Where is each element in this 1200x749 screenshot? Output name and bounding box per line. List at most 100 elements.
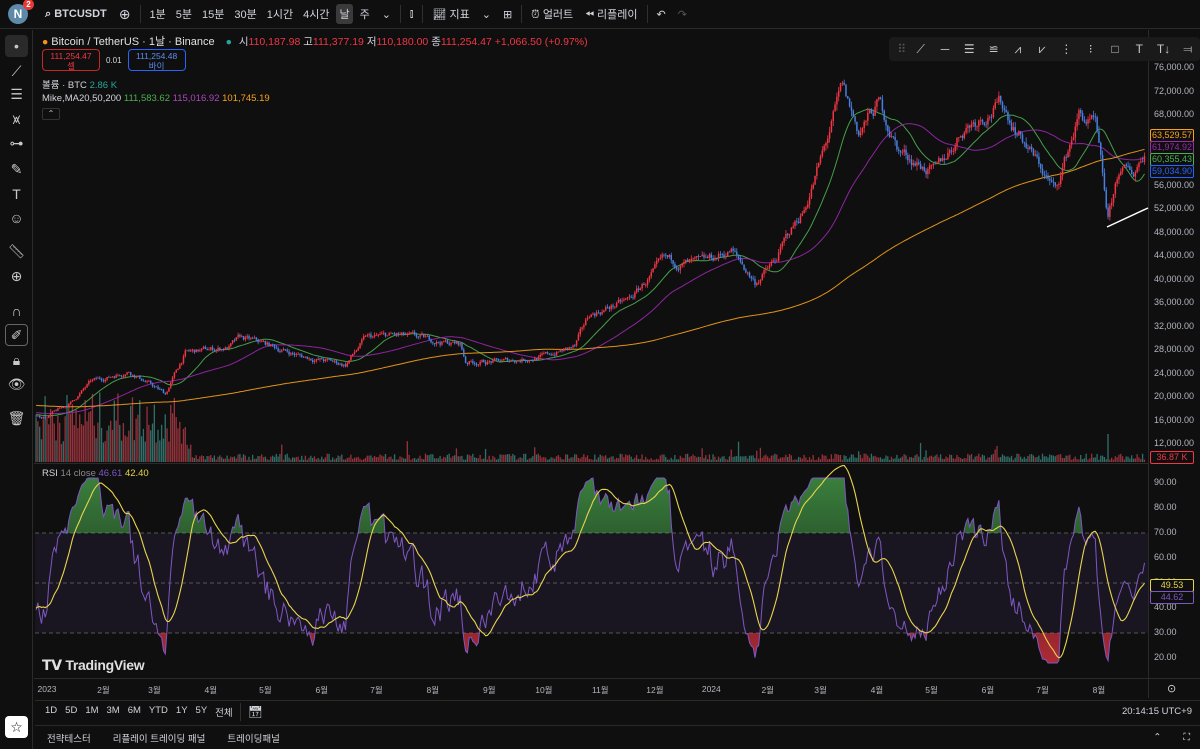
volume-bar (168, 441, 170, 462)
candle (621, 300, 623, 302)
range-5d[interactable]: 5D (65, 705, 77, 719)
candle (685, 259, 687, 262)
collapse-panel-icon[interactable]: ⌃ (1153, 732, 1161, 743)
trendline-icon[interactable]: ⟋ (5, 60, 28, 82)
layouts-icon[interactable]: ⊞ (500, 6, 515, 23)
price-range-icon[interactable]: ⁝ (1079, 42, 1103, 56)
goto-date-icon[interactable]: 📅︎ (248, 705, 263, 719)
chevron-down-icon[interactable]: ⌄ (379, 6, 394, 23)
interval-7[interactable]: 주 (357, 4, 373, 24)
candle-type-icon[interactable]: ⫾ (407, 6, 417, 23)
range-ytd[interactable]: YTD (149, 705, 168, 719)
tab-trading-panel[interactable]: 트레이딩패널 (227, 731, 279, 745)
volume-bar (690, 456, 692, 462)
candle (140, 378, 143, 381)
emoji-icon[interactable]: ☺ (5, 207, 28, 229)
volume-bar (508, 453, 510, 462)
range-1m[interactable]: 1M (85, 705, 98, 719)
price-chart[interactable] (0, 0, 1200, 749)
symbol-title[interactable]: Bitcoin / TetherUS · 1날 · Binance (51, 36, 214, 48)
interval-6[interactable]: 날 (336, 4, 353, 24)
sell-button[interactable]: 111,254.47 셀 (42, 49, 100, 71)
symbol-search[interactable]: ⌕ BTCUSDT (42, 6, 110, 23)
volume-bar (705, 455, 707, 462)
pattern-icon[interactable]: ⩙ (5, 108, 28, 130)
lock-drawing-icon[interactable]: ✐ (5, 324, 28, 346)
brush-icon[interactable]: ✎ (5, 158, 28, 180)
interval-3[interactable]: 30분 (231, 4, 259, 24)
rectangle-icon[interactable]: □ (1103, 42, 1127, 56)
undo-icon[interactable]: ↶ (654, 6, 669, 23)
range-6m[interactable]: 6M (128, 705, 141, 719)
candle (947, 152, 949, 160)
axis-settings-icon[interactable]: ⊙ (1167, 682, 1176, 695)
cursor-icon[interactable]: • (5, 35, 28, 57)
text-icon[interactable]: T (5, 183, 28, 205)
fib-retracement-icon[interactable]: ☰ (5, 83, 28, 105)
collapse-legend-button[interactable]: ⌃ (42, 108, 60, 120)
lock-icon[interactable]: 🔒︎ (5, 349, 28, 371)
candle (299, 354, 301, 355)
range-5y[interactable]: 5Y (196, 705, 208, 719)
tradingview-logo[interactable]: 𝗧𝗩 TradingView (42, 657, 145, 674)
candle (688, 259, 691, 262)
trendline-icon[interactable]: ⟋ (909, 42, 933, 57)
abcd-pattern-icon[interactable]: ⩗ (1030, 42, 1054, 57)
tab-strategy-tester[interactable]: 전략테스터 (47, 731, 91, 745)
eye-icon[interactable]: 👁︎ (5, 373, 28, 395)
alert-button[interactable]: ⏰︎ 얼러트 (528, 4, 576, 24)
candle (681, 263, 683, 266)
candle (990, 116, 993, 118)
volume-bar (1143, 459, 1146, 462)
interval-4[interactable]: 1시간 (264, 4, 296, 24)
star-icon[interactable]: ☆ (5, 716, 28, 738)
candle (690, 259, 693, 260)
range-1y[interactable]: 1Y (176, 705, 188, 719)
volume-bar (856, 457, 858, 462)
maximize-panel-icon[interactable]: ⛶ (1183, 732, 1190, 743)
volume-bar (581, 456, 583, 462)
parallel-channel-icon[interactable]: ☰ (957, 42, 981, 56)
interval-5[interactable]: 4시간 (300, 4, 332, 24)
projection-icon[interactable]: ⊶ (5, 132, 28, 154)
trash-icon[interactable]: 🗑︎ (5, 407, 28, 429)
volume-bar (537, 453, 539, 462)
xabcd-pattern-icon[interactable]: ⩘ (1006, 42, 1030, 57)
drag-handle-icon[interactable]: ⠿ (895, 42, 909, 56)
compare-add-icon[interactable]: ⊕ (116, 4, 134, 25)
tab-replay-trading-panel[interactable]: 리플레이 트레이딩 패널 (113, 731, 206, 745)
candle (328, 358, 330, 360)
magnet-icon[interactable]: ∩ (5, 300, 28, 322)
indicators-button[interactable]: 📈︎ 지표 (429, 4, 472, 24)
redo-icon[interactable]: ↷ (675, 6, 690, 23)
ma-legend[interactable]: Mike,MA20,50,200 111,583.62 115,016.92 1… (42, 93, 270, 104)
rsi-legend[interactable]: RSI 14 close 46.61 42.40 (42, 468, 149, 479)
volume-bar (799, 457, 802, 462)
fib-channel-icon[interactable]: ≌ (981, 42, 1005, 56)
clock[interactable]: 20:14:15 UTC+9 (1122, 706, 1192, 717)
volume-bar (404, 458, 407, 462)
buy-button[interactable]: 111,254.48 바이 (127, 49, 186, 71)
interval-0[interactable]: 1분 (147, 4, 169, 24)
candle (350, 355, 352, 361)
candle (772, 260, 774, 263)
range-3m[interactable]: 3M (107, 705, 120, 719)
volume-profile-icon[interactable]: ⫤ (1176, 42, 1200, 57)
interval-1[interactable]: 5분 (173, 4, 195, 24)
interval-2[interactable]: 15분 (199, 4, 227, 24)
date-range-icon[interactable]: ⋮ (1054, 42, 1078, 56)
volume-legend[interactable]: 볼륨 · BTC 2.86 K (42, 77, 117, 91)
zoom-in-icon[interactable]: ⊕ (5, 265, 28, 287)
avatar[interactable]: N2 (8, 0, 34, 24)
horizontal-ray-icon[interactable]: ─ (933, 42, 957, 56)
candle (366, 335, 369, 337)
replay-button[interactable]: ⏪︎ 리플레이 (582, 4, 640, 24)
range-1d[interactable]: 1D (45, 705, 57, 719)
text-icon[interactable]: T (1127, 42, 1151, 56)
ruler-icon[interactable]: 📏︎ (5, 240, 28, 262)
chevron-down-icon[interactable]: ⌄ (479, 6, 494, 23)
volume-bar (612, 456, 614, 462)
candle (237, 334, 239, 338)
range-전체[interactable]: 전체 (215, 705, 232, 719)
text-anchor-icon[interactable]: T↓ (1151, 42, 1175, 56)
